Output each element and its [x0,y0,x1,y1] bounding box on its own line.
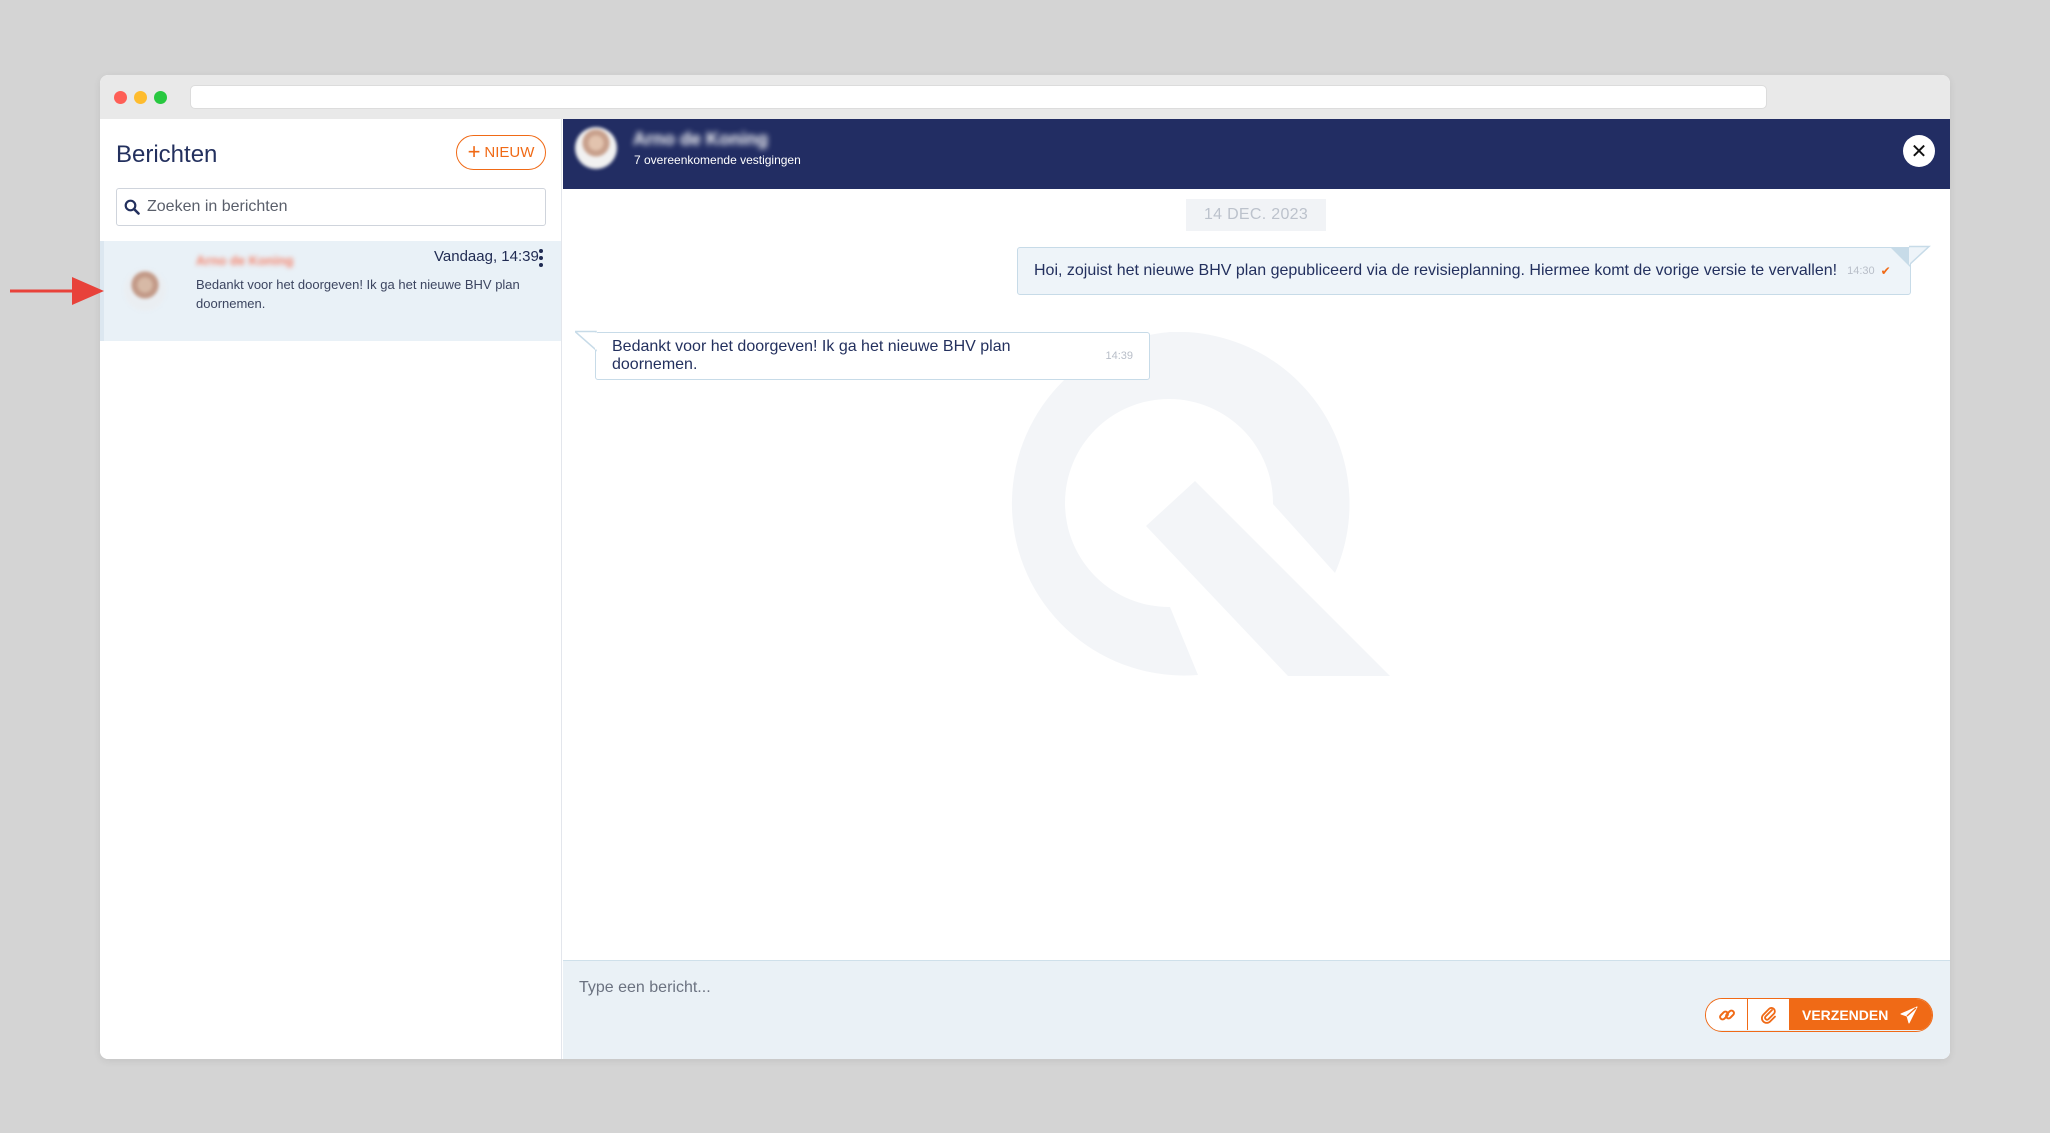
new-message-label: NIEUW [484,144,535,161]
plus-icon: + [467,138,481,164]
more-options-icon[interactable] [538,249,544,267]
bubble-tail-out [1909,245,1931,267]
outgoing-message: Hoi, zojuist het nieuwe BHV plan gepubli… [1017,247,1911,295]
window-minimize-dot[interactable] [134,91,147,104]
chat-panel: Arno de Koning 7 overeenkomende vestigin… [563,119,1950,1059]
incoming-message: Bedankt voor het doorgeven! Ik ga het ni… [595,332,1150,380]
paper-plane-icon [1900,1006,1918,1023]
window-maximize-dot[interactable] [154,91,167,104]
avatar [124,269,166,311]
annotation-arrow-icon [10,277,104,305]
link-icon[interactable] [1706,999,1748,1030]
message-input[interactable]: Type een bericht... [579,979,711,997]
conversation-name: Arno de Koning [196,253,294,268]
contact-subtitle: 7 overeenkomende vestigingen [634,153,801,167]
message-composer: Type een bericht... VERZENDEN [563,960,1950,1059]
message-time: 14:39 [1105,350,1133,362]
messages-sidebar: Berichten + NIEUW Arno de Koning Vandaag… [100,119,562,1059]
browser-titlebar [100,75,1950,119]
contact-name: Arno de Koning [633,129,768,149]
sidebar-title: Berichten [116,141,218,168]
window-close-dot[interactable] [114,91,127,104]
composer-actions: VERZENDEN [1705,998,1934,1032]
chat-header: Arno de Koning 7 overeenkomende vestigin… [563,119,1950,189]
message-text: Hoi, zojuist het nieuwe BHV plan gepubli… [1034,262,1838,279]
paperclip-icon[interactable] [1748,999,1790,1030]
send-label: VERZENDEN [1802,1006,1889,1023]
message-list: 14 DEC. 2023 Hoi, zojuist het nieuwe BHV… [563,189,1950,960]
logo-watermark-icon [1011,332,1390,676]
search-input[interactable] [147,198,527,216]
close-icon[interactable]: ✕ [1903,135,1935,167]
conversation-time: Vandaag, 14:39 [434,248,539,265]
address-bar[interactable] [190,85,1767,109]
bubble-tail-in [575,330,597,352]
message-time: 14:30 [1847,265,1875,277]
search-icon [117,189,147,225]
conversation-item[interactable]: Arno de Koning Vandaag, 14:39 Bedankt vo… [100,241,561,341]
contact-avatar [575,127,617,169]
new-message-button[interactable]: + NIEUW [456,135,546,170]
double-check-icon: ✔ [1880,264,1891,278]
browser-window: Berichten + NIEUW Arno de Koning Vandaag… [100,75,1950,1059]
date-separator: 14 DEC. 2023 [1186,199,1326,231]
search-box[interactable] [116,188,546,226]
message-text: Bedankt voor het doorgeven! Ik ga het ni… [612,338,1011,373]
send-button[interactable]: VERZENDEN [1790,999,1933,1030]
conversation-preview: Bedankt voor het doorgeven! Ik ga het ni… [196,277,520,311]
